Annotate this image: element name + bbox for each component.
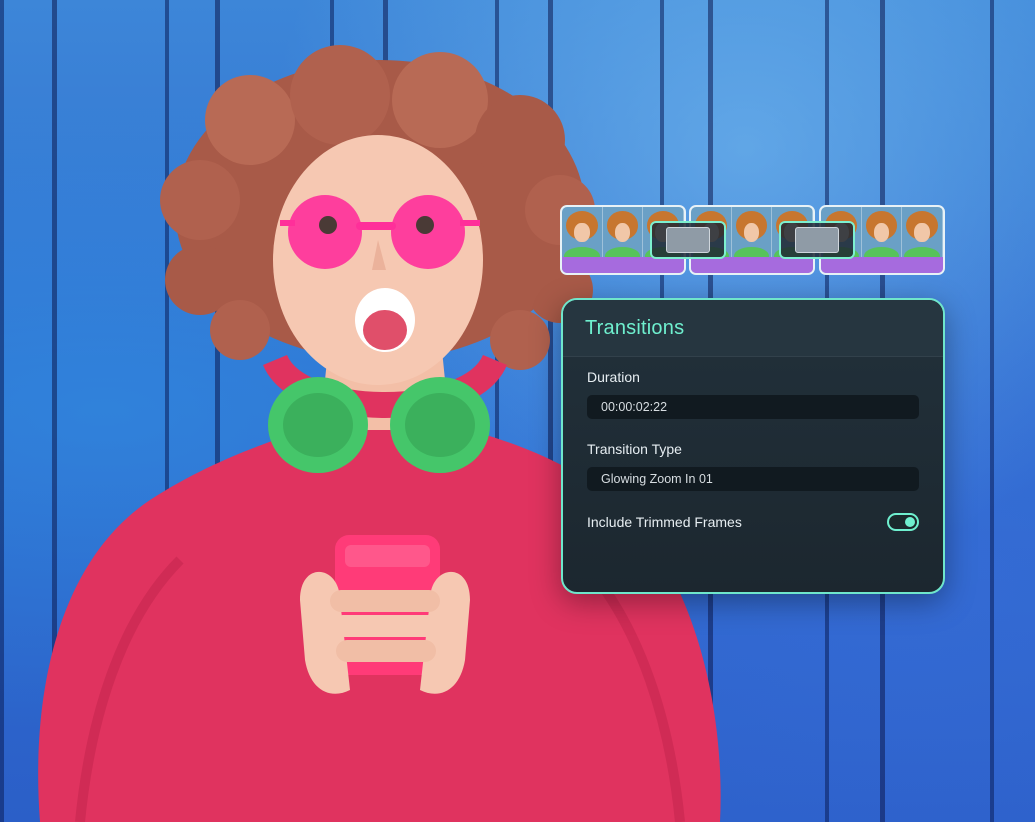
- transitions-panel: Transitions Duration 00:00:02:22 Transit…: [561, 298, 945, 594]
- panel-title: Transitions: [585, 316, 685, 339]
- trimmed-frames-row: Include Trimmed Frames: [587, 513, 919, 531]
- clip-track-bar: [691, 257, 813, 273]
- transition-type-field[interactable]: Glowing Zoom In 01: [587, 467, 919, 491]
- toggle-switch-icon: [905, 517, 915, 527]
- panel-body: Duration 00:00:02:22 Transition Type Glo…: [563, 357, 943, 531]
- duration-value: 00:00:02:22: [601, 400, 668, 414]
- transition-marker[interactable]: [650, 221, 726, 259]
- clip-track-bar: [562, 257, 684, 273]
- transition-marker[interactable]: [779, 221, 855, 259]
- duration-label: Duration: [587, 369, 640, 385]
- duration-field[interactable]: 00:00:02:22: [587, 395, 919, 419]
- clip-track-bar: [821, 257, 943, 273]
- panel-header: Transitions: [563, 300, 943, 357]
- transition-type-label: Transition Type: [587, 441, 682, 457]
- transition-type-value: Glowing Zoom In 01: [601, 472, 713, 486]
- clip-timeline: [560, 205, 948, 277]
- trimmed-frames-label: Include Trimmed Frames: [587, 514, 742, 530]
- trimmed-frames-toggle[interactable]: [887, 513, 919, 531]
